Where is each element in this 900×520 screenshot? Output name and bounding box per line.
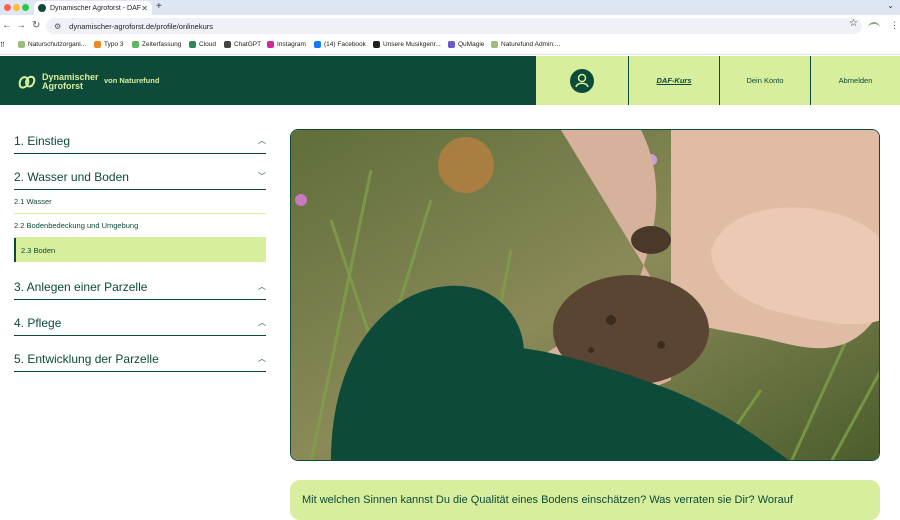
chevron-up-icon: ︿ — [258, 354, 266, 363]
site-logo[interactable]: Dynamischer Agroforst — [16, 72, 99, 92]
browser-tab-strip: Dynamischer Agroforst - DAF ✕ + ⌄ — [0, 0, 900, 15]
question-text: Mit welchen Sinnen kannst Du die Qualitä… — [302, 494, 793, 506]
forward-icon[interactable]: → — [16, 20, 26, 31]
chevron-up-icon: ︿ — [258, 318, 266, 327]
bookmark-label: Typo 3 — [104, 41, 124, 48]
bookmarks-bar: ⠿ Naturschutzorgani... Typo 3 Zeiterfass… — [0, 37, 900, 55]
profile-nav-item[interactable] — [536, 56, 629, 105]
bookmark-item[interactable]: Unsere Musikgenr... — [373, 41, 441, 48]
bookmark-label: Zeiterfassung — [142, 41, 182, 48]
bookmark-item[interactable]: Instagram — [267, 41, 306, 48]
section-entwicklung-parzelle[interactable]: 5. Entwicklung der Parzelle ︿ — [14, 346, 266, 372]
close-tab-icon[interactable]: ✕ — [141, 4, 148, 13]
bookmark-item[interactable]: Cloud — [189, 41, 216, 48]
section-label: 4. Pflege — [14, 315, 62, 330]
bookmark-label: Cloud — [199, 41, 216, 48]
new-tab-icon[interactable]: + — [156, 1, 162, 12]
section-label: 2. Wasser und Boden — [14, 169, 129, 184]
back-icon[interactable]: ← — [2, 20, 12, 31]
tab-title: Dynamischer Agroforst - DAF — [50, 4, 142, 12]
chevron-up-icon: ︿ — [258, 282, 266, 291]
bookmark-label: Naturefund Admin:... — [501, 41, 561, 48]
subitem-boden[interactable]: 2.3 Boden — [14, 238, 266, 262]
address-bar-row: ← → ↻ ⚙ dynamischer-agroforst.de/profile… — [0, 15, 900, 37]
minimize-window-dot[interactable] — [13, 4, 20, 11]
bookmark-icon — [224, 41, 231, 48]
browser-menu-icon[interactable]: ⋮ — [890, 20, 899, 31]
maximize-window-dot[interactable] — [22, 4, 29, 11]
section-label: 1. Einstieg — [14, 133, 71, 148]
nav-abmelden[interactable]: Abmelden — [811, 56, 900, 105]
bookmark-icon — [94, 41, 101, 48]
site-info-icon[interactable]: ⚙ — [54, 22, 61, 31]
bookmark-icon — [267, 41, 274, 48]
section-wasser-und-boden[interactable]: 2. Wasser und Boden ﹀ — [14, 164, 266, 190]
reload-icon[interactable]: ↻ — [32, 20, 40, 31]
bookmark-icon — [18, 41, 25, 48]
bookmark-label: Instagram — [277, 41, 306, 48]
url-field[interactable]: ⚙ dynamischer-agroforst.de/profile/onlin… — [46, 18, 862, 34]
user-icon — [570, 68, 594, 93]
chevron-up-icon: ︿ — [258, 136, 266, 145]
bookmark-item[interactable]: (14) Facebook — [314, 41, 366, 48]
bookmark-icon — [448, 41, 455, 48]
section-anlegen-parzelle[interactable]: 3. Anlegen einer Parzelle ︿ — [14, 274, 266, 300]
course-sidebar: 1. Einstieg ︿ 2. Wasser und Boden ﹀ 2.1 … — [14, 128, 266, 382]
bookmark-star-icon[interactable]: ☆ — [849, 18, 858, 29]
section-label: 5. Entwicklung der Parzelle — [14, 351, 159, 366]
bookmark-label: ChatGPT — [234, 41, 262, 48]
hero-image — [290, 129, 880, 461]
section-einstieg[interactable]: 1. Einstieg ︿ — [14, 128, 266, 154]
profile-icon[interactable] — [868, 22, 880, 28]
bookmark-icon — [373, 41, 380, 48]
url-text: dynamischer-agroforst.de/profile/onlinek… — [69, 21, 213, 31]
bookmark-item[interactable]: QuMagie — [448, 41, 484, 48]
bookmark-item[interactable]: Naturefund Admin:... — [491, 41, 560, 48]
section-label: 3. Anlegen einer Parzelle — [14, 279, 148, 294]
bookmark-icon — [189, 41, 196, 48]
chevron-down-icon: ﹀ — [258, 172, 266, 181]
bookmark-label: QuMagie — [458, 41, 485, 48]
tab-menu-chevron-icon[interactable]: ⌄ — [887, 1, 894, 10]
nav-daf-kurs[interactable]: DAF-Kurs — [629, 56, 720, 105]
bookmark-label: (14) Facebook — [324, 41, 366, 48]
subitem-bodenbedeckung[interactable]: 2.2 Bodenbedeckung und Umgebung — [14, 214, 266, 238]
bookmark-item[interactable]: Typo 3 — [94, 41, 124, 48]
browser-tab[interactable]: Dynamischer Agroforst - DAF ✕ — [34, 1, 152, 15]
nav-dein-konto[interactable]: Dein Konto — [720, 56, 811, 105]
site-header: Dynamischer Agroforst von Naturefund DAF… — [0, 56, 900, 105]
bookmark-item[interactable]: ChatGPT — [224, 41, 261, 48]
bookmark-label: Unsere Musikgenr... — [383, 41, 441, 48]
bookmark-label: Naturschutzorgani... — [28, 41, 87, 48]
apps-icon[interactable]: ⠿ — [0, 41, 5, 49]
bookmark-item[interactable]: Zeiterfassung — [132, 41, 181, 48]
bookmark-icon — [132, 41, 139, 48]
section-pflege[interactable]: 4. Pflege ︿ — [14, 310, 266, 336]
question-box: Mit welchen Sinnen kannst Du die Qualitä… — [290, 480, 880, 520]
site-subtitle: von Naturefund — [104, 76, 160, 85]
subitem-wasser[interactable]: 2.1 Wasser — [14, 190, 266, 214]
bookmark-icon — [491, 41, 498, 48]
leaf-logo-icon — [16, 72, 38, 92]
close-window-dot[interactable] — [4, 4, 11, 11]
logo-line2: Agroforst — [42, 81, 83, 91]
bookmark-item[interactable]: Naturschutzorgani... — [18, 41, 86, 48]
bookmark-icon — [314, 41, 321, 48]
site-favicon-icon — [38, 4, 46, 12]
main-nav: DAF-Kurs Dein Konto Abmelden — [536, 56, 900, 105]
